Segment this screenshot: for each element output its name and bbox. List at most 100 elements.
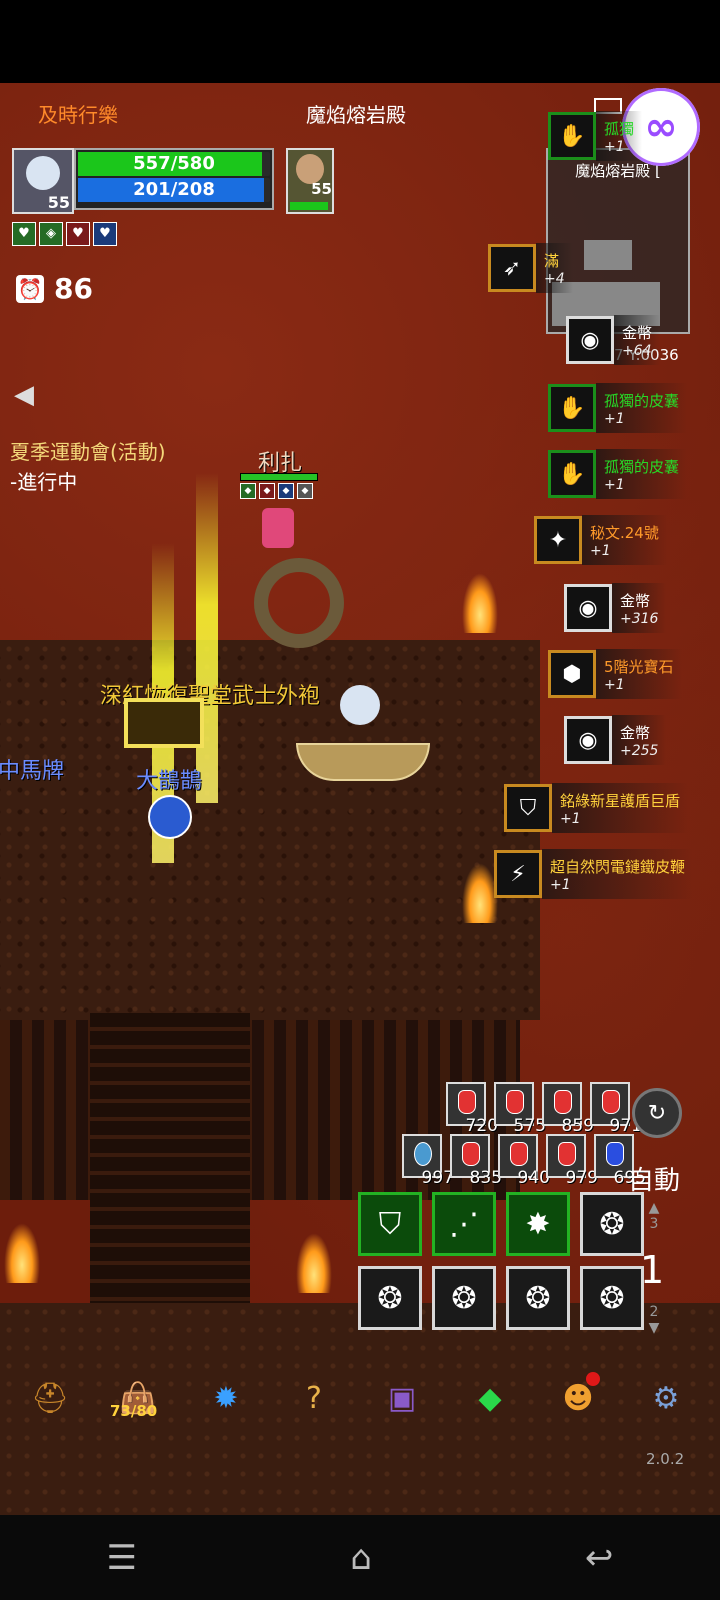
pet-icon[interactable]: ☻ — [556, 1372, 600, 1420]
buff-icon[interactable]: ♥ — [66, 222, 90, 246]
buff-icon[interactable]: ♥ — [93, 222, 117, 246]
page-down-label: 2 — [649, 1304, 659, 1320]
edge-label: 中馬牌 — [0, 759, 65, 784]
refresh-button[interactable]: ↻ — [632, 1088, 682, 1138]
loot-count: +1 — [560, 810, 581, 827]
buff-icon[interactable]: ◈ — [39, 222, 63, 246]
rune-icon: ✦ — [534, 516, 582, 564]
companion-portrait[interactable]: 55 — [286, 148, 334, 214]
loot-count: +1 — [604, 476, 625, 493]
bag-count: 73/80 — [110, 1402, 158, 1420]
quest-icon[interactable]: ? — [292, 1376, 336, 1420]
loot-text: 孤獨的皮囊 +1 — [596, 449, 688, 499]
loot-row: ◉ 金幣 +316 — [564, 580, 720, 636]
player-portrait[interactable]: 55 — [12, 148, 74, 214]
notification-dot — [586, 1372, 600, 1386]
skill-tree-icon[interactable]: ✹ — [204, 1376, 248, 1420]
fish-icon — [414, 1142, 432, 1166]
version-label: 2.0.2 — [646, 1450, 685, 1468]
page-current: 1 — [640, 1248, 665, 1292]
buff-icon: ◆ — [240, 483, 256, 499]
player-name: 及時行樂 — [38, 103, 118, 127]
potion-slot[interactable]: 979 — [546, 1134, 598, 1188]
skill-burst-button[interactable]: ✸ — [506, 1192, 570, 1256]
bag-icon[interactable]: 👜 73/80 — [110, 1376, 160, 1421]
loot-name: 孤獨 — [604, 119, 635, 138]
potion-slot[interactable]: 859 — [542, 1082, 594, 1136]
loot-row: ◉ 金幣 +255 — [564, 712, 720, 768]
potion-slot[interactable]: 997 — [402, 1134, 454, 1188]
potion-slot[interactable]: 575 — [494, 1082, 546, 1136]
fire-icon — [4, 1223, 40, 1283]
loot-name: 孤獨的皮囊 — [604, 391, 680, 410]
loot-text: 金幣 +316 — [612, 583, 667, 633]
loot-name: 金幣 — [622, 323, 653, 342]
gold-icon: ◉ — [564, 716, 612, 764]
boss-hp-bar — [240, 473, 318, 481]
collapse-arrow-icon[interactable]: ◀ — [14, 380, 34, 410]
boss-status-icons: ◆ ◆ ◆ ◆ — [240, 483, 316, 499]
mp-text: 201/208 — [133, 179, 215, 200]
companion-level: 55 — [311, 180, 332, 198]
npc-name: 大鵲鵲 — [136, 769, 203, 794]
companion-hp-bar — [290, 202, 328, 210]
loot-count: +1 — [604, 138, 625, 155]
loot-row: ⬢ 5階光寶石 +1 — [548, 646, 720, 702]
potion-icon — [506, 1090, 524, 1114]
player-bars: 557/580 201/208 — [74, 148, 274, 210]
gear-icon[interactable]: ⚙ — [644, 1376, 688, 1420]
gold-icon: ◉ — [566, 316, 614, 364]
page-up-button[interactable]: ▲ 3 — [634, 1200, 674, 1232]
loot-text: 孤獨的皮囊 +1 — [596, 383, 688, 433]
potion-slot[interactable]: 835 — [450, 1134, 502, 1188]
book-icon[interactable]: ▣ — [380, 1376, 424, 1420]
skill-shield-button[interactable]: ⛉ — [358, 1192, 422, 1256]
chest-icon[interactable] — [124, 698, 204, 748]
menu-icon[interactable]: ☰ — [107, 1538, 137, 1578]
loot-name: 銘綠新星護盾巨盾 — [560, 791, 681, 810]
skill-empty-button[interactable]: ❂ — [506, 1266, 570, 1330]
back-icon[interactable]: ↩ — [585, 1538, 614, 1578]
skill-grid: ⛉ ⋰ ✸ ❂ ❂ ❂ ❂ ❂ — [358, 1192, 644, 1330]
hp-text: 557/580 — [133, 153, 215, 174]
bottom-menu: ⛑ 👜 73/80 ✹ ? ▣ ◆ ☻ ⚙ — [28, 1372, 688, 1421]
loot-row: ➶ 滿 +4 — [488, 240, 720, 296]
loot-row: ✋ 孤獨的皮囊 +1 — [548, 380, 720, 436]
potion-icon — [554, 1090, 572, 1114]
glove-icon: ✋ — [548, 384, 596, 432]
fire-icon — [462, 863, 498, 923]
loot-row: ◉ 金幣 +64 — [566, 312, 720, 368]
loot-text: 金幣 +64 — [614, 315, 661, 365]
loot-name: 滿 — [544, 251, 560, 270]
potion-slot[interactable]: 940 — [498, 1134, 550, 1188]
page-down-button[interactable]: 2 ▼ — [634, 1304, 674, 1336]
gem-icon: ⬢ — [548, 650, 596, 698]
player-character[interactable] — [296, 683, 436, 793]
home-icon[interactable]: ⌂ — [350, 1538, 372, 1578]
skill-empty-button[interactable]: ❂ — [358, 1266, 422, 1330]
loot-text: 5階光寶石 +1 — [596, 649, 682, 699]
timer-value: 86 — [54, 272, 93, 305]
potion-slot[interactable]: 720 — [446, 1082, 498, 1136]
loot-count: +1 — [550, 876, 571, 893]
npc-bird[interactable] — [148, 795, 192, 839]
serpent-boss[interactable] — [244, 508, 348, 658]
buff-icon[interactable]: ♥ — [12, 222, 36, 246]
event-title[interactable]: 夏季運動會(活動) — [10, 436, 166, 465]
loot-count: +1 — [590, 542, 611, 559]
gem-shop-icon[interactable]: ◆ — [468, 1376, 512, 1420]
fire-icon — [296, 1233, 332, 1293]
loot-count: +1 — [604, 410, 625, 427]
glove-icon: ✋ — [548, 450, 596, 498]
skill-empty-button[interactable]: ❂ — [432, 1266, 496, 1330]
helmet-icon[interactable]: ⛑ — [28, 1376, 72, 1420]
clock-icon: ⏰ — [16, 274, 44, 303]
loot-count: +1 — [604, 676, 625, 693]
loot-count: +316 — [620, 610, 659, 627]
hp-bar: 557/580 — [78, 152, 270, 176]
glove-icon: ✋ — [548, 112, 596, 160]
map-name: 魔焰熔岩殿 — [306, 103, 406, 127]
potion-slot[interactable]: 971 — [590, 1082, 642, 1136]
loot-text: 超自然閃電鏈鐵皮鞭 +1 — [542, 849, 694, 899]
skill-rain-button[interactable]: ⋰ — [432, 1192, 496, 1256]
